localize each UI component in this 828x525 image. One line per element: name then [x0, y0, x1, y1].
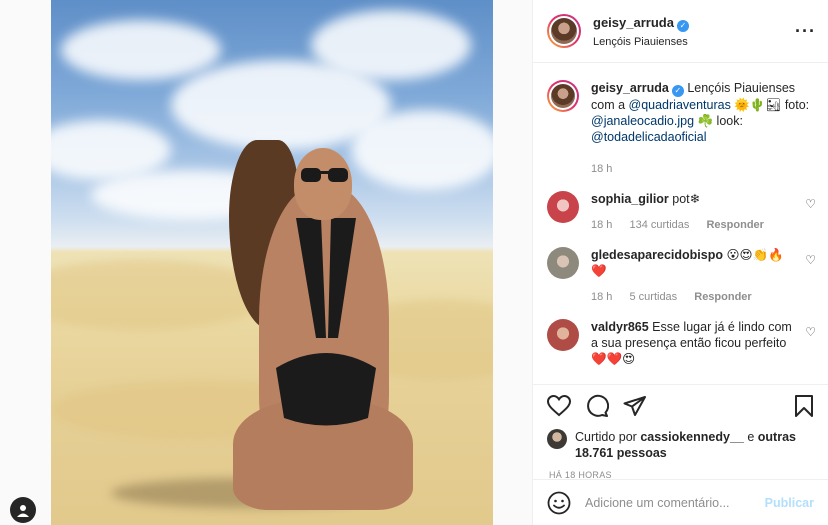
- comment-time: 18 h: [591, 219, 613, 231]
- post-header: geisy_arruda ✓ Lençóis Piauienses ···: [533, 0, 828, 63]
- publish-button[interactable]: Publicar: [765, 496, 814, 510]
- user-icon: [17, 505, 29, 517]
- comment-text: pot❄: [672, 192, 701, 206]
- verified-icon: ✓: [671, 85, 684, 97]
- comment-username[interactable]: sophia_gilior: [591, 192, 669, 206]
- share-icon[interactable]: [623, 395, 647, 417]
- caption-avatar[interactable]: [547, 80, 579, 112]
- caption-mention[interactable]: @janaleocadio.jpg: [591, 114, 694, 128]
- comment-like-icon[interactable]: ♡: [800, 197, 816, 233]
- verified-icon: ✓: [676, 20, 689, 32]
- comment-likes[interactable]: 5 curtidas: [629, 291, 677, 303]
- profile-avatar-icon[interactable]: [10, 497, 36, 523]
- post-panel: geisy_arruda ✓ Lençóis Piauienses ··· gei…: [532, 0, 828, 525]
- caption-time: 18 h: [591, 163, 613, 175]
- comment-username[interactable]: valdyr865: [591, 320, 649, 334]
- post-photo[interactable]: [51, 0, 493, 525]
- liker-avatar[interactable]: [547, 429, 567, 449]
- caption-emojis: 🌞🌵🏜: [730, 98, 785, 112]
- reply-button[interactable]: Responder: [706, 219, 763, 231]
- cloud: [351, 110, 493, 190]
- comment-item: gledesaparecidobispo 😮😍👏🔥❤️ 18 h 5 curti…: [547, 247, 816, 305]
- comment-item: sophia_gilior pot❄ 18 h 134 curtidas Res…: [547, 191, 816, 233]
- caption-mention[interactable]: @todadelicadaoficial: [591, 130, 707, 144]
- comment-like-icon[interactable]: ♡: [800, 325, 816, 367]
- reply-button[interactable]: Responder: [694, 291, 751, 303]
- comment-avatar[interactable]: [547, 247, 579, 279]
- comment-username[interactable]: gledesaparecidobispo: [591, 248, 723, 262]
- sunglasses: [301, 168, 348, 182]
- caption-mention[interactable]: @quadriaventuras: [629, 98, 731, 112]
- likes-middle: e: [743, 430, 758, 444]
- author-avatar[interactable]: [547, 14, 581, 48]
- caption-text: foto:: [784, 98, 810, 112]
- author-username[interactable]: geisy_arruda: [593, 15, 674, 30]
- caption-text: ☘️ look:: [694, 114, 743, 128]
- swimsuit: [276, 218, 376, 426]
- caption-username[interactable]: geisy_arruda: [591, 81, 669, 95]
- emoji-icon[interactable]: [547, 491, 571, 515]
- likes-prefix: Curtido por: [575, 430, 641, 444]
- post-actions: Curtido por cassiokennedy__ e outras 18.…: [533, 384, 828, 480]
- comment-icon[interactable]: [585, 394, 609, 418]
- comments-section: geisy_arruda ✓ Lençóis Piauienses com a @…: [533, 64, 828, 384]
- cloud: [61, 20, 221, 80]
- heart-icon[interactable]: [547, 395, 571, 417]
- more-icon[interactable]: ···: [795, 21, 816, 42]
- person-head: [294, 148, 352, 220]
- comment-avatar[interactable]: [547, 191, 579, 223]
- caption: geisy_arruda ✓ Lençóis Piauienses com a @…: [547, 80, 816, 177]
- comment-avatar[interactable]: [547, 319, 579, 351]
- likes-summary: Curtido por cassiokennedy__ e outras 18.…: [547, 429, 814, 461]
- cloud: [311, 10, 471, 80]
- comment-composer: Publicar: [533, 479, 828, 525]
- comment-time: 18 h: [591, 291, 613, 303]
- comment-like-icon[interactable]: ♡: [800, 253, 816, 305]
- bookmark-icon[interactable]: [794, 394, 814, 418]
- comment-item: valdyr865 Esse lugar já é lindo com a su…: [547, 319, 816, 367]
- comment-input[interactable]: [585, 495, 765, 510]
- comment-likes[interactable]: 134 curtidas: [629, 219, 689, 231]
- liker-username[interactable]: cassiokennedy__: [640, 430, 744, 444]
- location-link[interactable]: Lençóis Piauienses: [593, 36, 795, 48]
